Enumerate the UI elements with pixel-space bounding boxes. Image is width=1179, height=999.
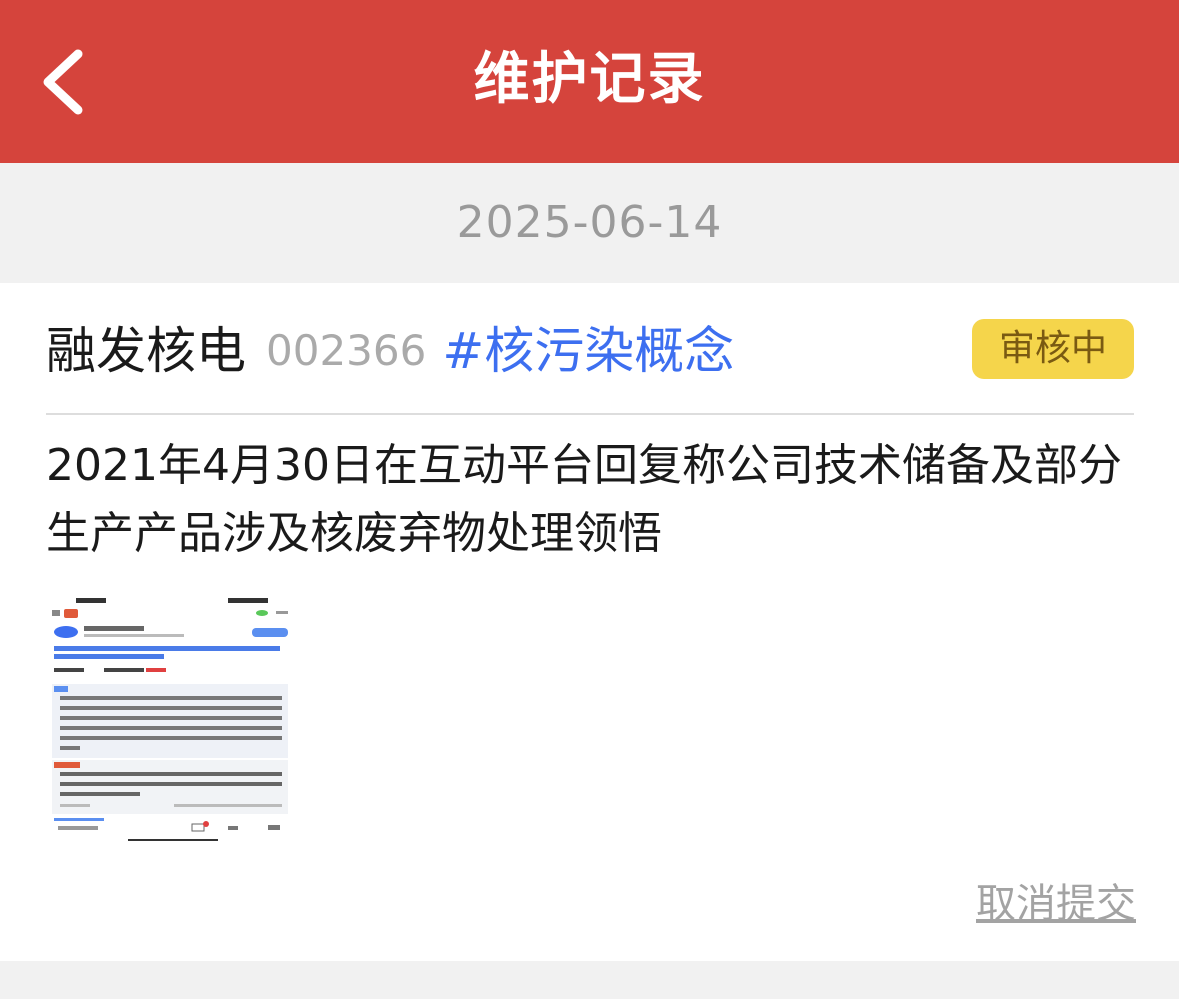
status-badge: 审核中 (972, 319, 1134, 379)
divider (46, 413, 1134, 415)
record-content: 2021年4月30日在互动平台回复称公司技术储备及部分生产产品涉及核废弃物处理领… (46, 440, 1122, 559)
cancel-submit-link[interactable]: 取消提交 (966, 876, 1136, 932)
stock-name: 融发核电 (46, 322, 246, 380)
stock-code: 002366 (266, 326, 427, 375)
concept-tag-link[interactable]: #核污染概念 (442, 315, 734, 387)
page-title: 维护记录 (473, 47, 706, 112)
screenshot-preview-image (48, 592, 292, 844)
record-date: 2025-06-14 (456, 197, 723, 248)
stock-info-row: 融发核电 002366 #核污染概念 (46, 315, 734, 387)
attachment-thumbnail[interactable] (48, 592, 292, 844)
app-header: 维护记录 (0, 0, 1179, 163)
